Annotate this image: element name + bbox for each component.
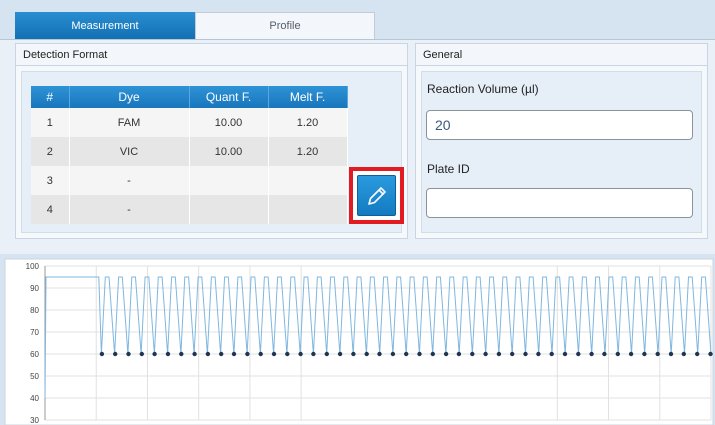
acquisition-point <box>589 351 594 357</box>
row-number: 3 <box>31 166 70 195</box>
acquisition-point <box>628 351 634 357</box>
melt-cell[interactable] <box>268 195 348 224</box>
tab-profile[interactable]: Profile <box>195 12 375 39</box>
acquisition-point <box>483 351 488 357</box>
edit-detection-format-button[interactable] <box>357 175 396 216</box>
acquisition-point <box>655 351 660 357</box>
temperature-chart-svg: 100 90 80 70 60 50 40 30 <box>4 258 714 425</box>
column-header-melt[interactable]: Melt F. <box>268 86 348 108</box>
tab-bar: Measurement Profile <box>0 0 715 40</box>
row-number: 4 <box>31 195 70 224</box>
acquisition-point <box>152 351 157 357</box>
melt-cell[interactable]: 1.20 <box>268 108 348 137</box>
acquisition-point <box>364 351 369 357</box>
acquisition-point <box>668 351 674 357</box>
acquisition-point <box>311 351 316 357</box>
temperature-profile-chart: 100 90 80 70 60 50 40 30 <box>0 254 715 425</box>
acquisition-point <box>165 351 171 357</box>
acquisition-point <box>417 351 422 357</box>
dye-cell[interactable]: - <box>69 195 190 224</box>
acquisition-point <box>192 351 197 357</box>
acquisition-point <box>139 351 144 357</box>
acquisition-point <box>523 351 528 357</box>
column-header-dye[interactable]: Dye <box>69 86 190 108</box>
acquisition-point <box>708 351 713 357</box>
dye-table: # Dye Quant F. Melt F. 1 FAM 10.00 1.20 … <box>31 86 348 224</box>
acquisition-point <box>404 351 409 357</box>
acquisition-point <box>126 351 131 357</box>
melt-cell[interactable]: 1.20 <box>268 137 348 166</box>
acquisition-point <box>231 351 237 357</box>
chart-background <box>4 258 714 425</box>
edit-button-highlight <box>349 167 404 224</box>
acquisition-point <box>113 351 118 357</box>
y-tick-label: 70 <box>30 328 39 337</box>
acquisition-point <box>271 351 277 357</box>
detection-format-title: Detection Format <box>16 44 407 66</box>
dye-cell[interactable]: FAM <box>69 108 190 137</box>
acquisition-point <box>695 351 700 357</box>
y-tick-label: 50 <box>30 372 39 381</box>
row-number: 1 <box>31 108 70 137</box>
acquisition-point <box>205 351 211 357</box>
acquisition-point <box>245 351 250 357</box>
plate-id-label: Plate ID <box>427 162 470 176</box>
acquisition-point <box>576 351 581 357</box>
quant-cell[interactable] <box>189 195 269 224</box>
acquisition-point <box>377 351 382 357</box>
acquisition-point <box>337 351 343 357</box>
acquisition-point <box>443 351 449 357</box>
acquisition-point <box>536 351 541 357</box>
acquisition-point <box>681 351 686 357</box>
acquisition-point <box>390 351 396 357</box>
acquisition-point <box>285 351 290 357</box>
tab-measurement-label: Measurement <box>71 19 139 32</box>
y-tick-label: 40 <box>30 394 39 403</box>
dye-table-header: # Dye Quant F. Melt F. <box>31 86 348 108</box>
pencil-icon <box>367 186 386 205</box>
table-row[interactable]: 2 VIC 10.00 1.20 <box>31 137 348 166</box>
acquisition-point <box>258 351 263 357</box>
acquisition-point <box>602 351 607 357</box>
quant-cell[interactable]: 10.00 <box>189 137 269 166</box>
dye-cell[interactable]: VIC <box>69 137 190 166</box>
y-tick-label: 30 <box>30 416 39 425</box>
acquisition-point <box>510 351 515 357</box>
acquisition-point <box>642 351 647 357</box>
y-tick-label: 60 <box>30 350 39 359</box>
acquisition-point <box>298 351 303 357</box>
general-title: General <box>416 44 707 66</box>
plate-id-input[interactable] <box>426 188 693 218</box>
column-header-number[interactable]: # <box>31 86 70 108</box>
melt-cell[interactable] <box>268 166 348 195</box>
table-row[interactable]: 1 FAM 10.00 1.20 <box>31 108 348 137</box>
quant-cell[interactable]: 10.00 <box>189 108 269 137</box>
acquisition-point <box>99 351 105 357</box>
acquisition-point <box>179 351 184 357</box>
acquisition-point <box>549 351 554 357</box>
quant-cell[interactable] <box>189 166 269 195</box>
tab-profile-label: Profile <box>269 20 301 32</box>
acquisition-point <box>562 351 568 357</box>
acquisition-point <box>351 351 356 357</box>
column-header-quant[interactable]: Quant F. <box>189 86 269 108</box>
acquisition-point <box>430 351 435 357</box>
reaction-volume-label: Reaction Volume (µl) <box>427 82 539 96</box>
table-row[interactable]: 3 - <box>31 166 348 195</box>
acquisition-point <box>324 351 329 357</box>
acquisition-point <box>219 351 224 357</box>
tab-measurement[interactable]: Measurement <box>15 12 195 39</box>
dye-cell[interactable]: - <box>69 166 190 195</box>
y-tick-label: 100 <box>26 262 40 271</box>
acquisition-point <box>456 351 462 357</box>
acquisition-point <box>496 351 502 357</box>
row-number: 2 <box>31 137 70 166</box>
acquisition-point <box>615 351 620 357</box>
acquisition-point <box>470 351 475 357</box>
table-row[interactable]: 4 - <box>31 195 348 224</box>
y-tick-label: 90 <box>30 284 39 293</box>
reaction-volume-input[interactable]: 20 <box>426 110 693 140</box>
y-tick-label: 80 <box>30 306 39 315</box>
